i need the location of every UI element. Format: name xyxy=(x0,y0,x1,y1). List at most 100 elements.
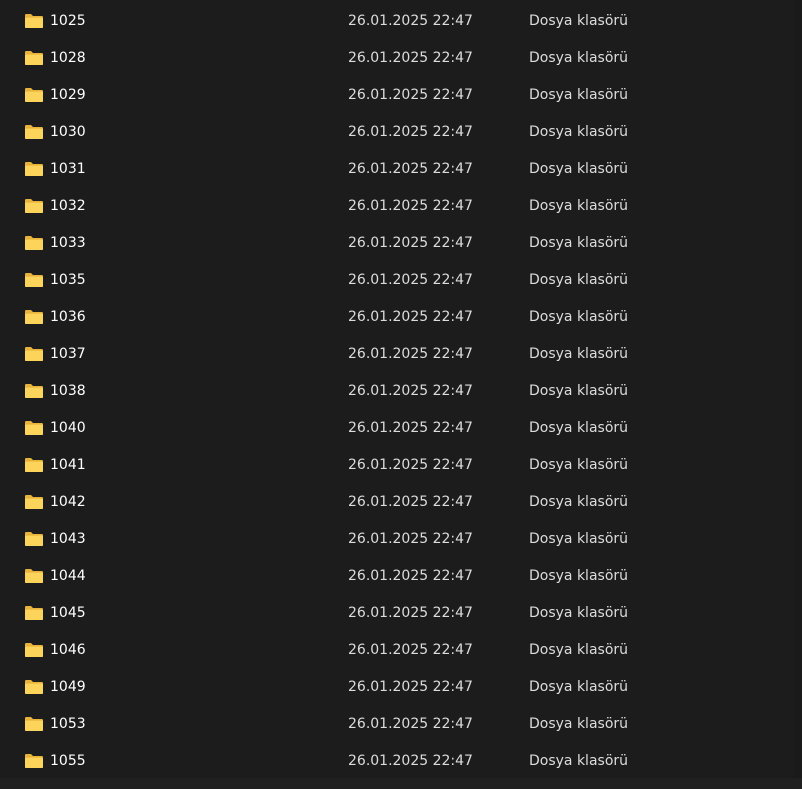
file-row[interactable]: 1055 26.01.2025 22:47 Dosya klasörü xyxy=(0,742,794,779)
file-type: Dosya klasörü xyxy=(529,716,629,732)
modified-date: 26.01.2025 22:47 xyxy=(348,420,473,436)
folder-icon xyxy=(24,605,44,621)
file-row[interactable]: 1025 26.01.2025 22:47 Dosya klasörü xyxy=(0,2,794,39)
file-name: 1031 xyxy=(50,161,86,177)
file-type: Dosya klasörü xyxy=(529,568,629,584)
modified-date: 26.01.2025 22:47 xyxy=(348,346,473,362)
file-name: 1053 xyxy=(50,716,86,732)
folder-icon xyxy=(24,346,44,362)
file-name: 1043 xyxy=(50,531,86,547)
file-name: 1040 xyxy=(50,420,86,436)
modified-date: 26.01.2025 22:47 xyxy=(348,161,473,177)
file-name: 1044 xyxy=(50,568,86,584)
file-row[interactable]: 1028 26.01.2025 22:47 Dosya klasörü xyxy=(0,39,794,76)
file-name: 1045 xyxy=(50,605,86,621)
file-name: 1042 xyxy=(50,494,86,510)
file-row[interactable]: 1029 26.01.2025 22:47 Dosya klasörü xyxy=(0,76,794,113)
file-name: 1033 xyxy=(50,235,86,251)
modified-date: 26.01.2025 22:47 xyxy=(348,531,473,547)
file-row[interactable]: 1041 26.01.2025 22:47 Dosya klasörü xyxy=(0,446,794,483)
file-list: 1025 26.01.2025 22:47 Dosya klasörü 1028… xyxy=(0,0,794,778)
file-type: Dosya klasörü xyxy=(529,124,629,140)
file-name: 1055 xyxy=(50,753,86,769)
modified-date: 26.01.2025 22:47 xyxy=(348,753,473,769)
file-name: 1038 xyxy=(50,383,86,399)
modified-date: 26.01.2025 22:47 xyxy=(348,13,473,29)
modified-date: 26.01.2025 22:47 xyxy=(348,309,473,325)
modified-date: 26.01.2025 22:47 xyxy=(348,272,473,288)
file-type: Dosya klasörü xyxy=(529,531,629,547)
file-type: Dosya klasörü xyxy=(529,753,629,769)
folder-icon xyxy=(24,161,44,177)
folder-icon xyxy=(24,50,44,66)
file-type: Dosya klasörü xyxy=(529,87,629,103)
file-name: 1028 xyxy=(50,50,86,66)
file-name: 1041 xyxy=(50,457,86,473)
modified-date: 26.01.2025 22:47 xyxy=(348,124,473,140)
file-type: Dosya klasörü xyxy=(529,13,629,29)
file-type: Dosya klasörü xyxy=(529,309,629,325)
file-row[interactable]: 1030 26.01.2025 22:47 Dosya klasörü xyxy=(0,113,794,150)
file-row[interactable]: 1031 26.01.2025 22:47 Dosya klasörü xyxy=(0,150,794,187)
file-type: Dosya klasörü xyxy=(529,50,629,66)
file-row[interactable]: 1032 26.01.2025 22:47 Dosya klasörü xyxy=(0,187,794,224)
file-type: Dosya klasörü xyxy=(529,383,629,399)
file-row[interactable]: 1036 26.01.2025 22:47 Dosya klasörü xyxy=(0,298,794,335)
folder-icon xyxy=(24,87,44,103)
modified-date: 26.01.2025 22:47 xyxy=(348,494,473,510)
folder-icon xyxy=(24,531,44,547)
folder-icon xyxy=(24,383,44,399)
folder-icon xyxy=(24,642,44,658)
folder-icon xyxy=(24,235,44,251)
file-name: 1029 xyxy=(50,87,86,103)
file-name: 1035 xyxy=(50,272,86,288)
folder-icon xyxy=(24,272,44,288)
file-type: Dosya klasörü xyxy=(529,161,629,177)
file-name: 1037 xyxy=(50,346,86,362)
file-row[interactable]: 1040 26.01.2025 22:47 Dosya klasörü xyxy=(0,409,794,446)
modified-date: 26.01.2025 22:47 xyxy=(348,87,473,103)
folder-icon xyxy=(24,13,44,29)
file-row[interactable]: 1049 26.01.2025 22:47 Dosya klasörü xyxy=(0,668,794,705)
file-name: 1025 xyxy=(50,13,86,29)
file-row[interactable]: 1043 26.01.2025 22:47 Dosya klasörü xyxy=(0,520,794,557)
file-row[interactable]: 1037 26.01.2025 22:47 Dosya klasörü xyxy=(0,335,794,372)
file-row[interactable]: 1045 26.01.2025 22:47 Dosya klasörü xyxy=(0,594,794,631)
file-row[interactable]: 1035 26.01.2025 22:47 Dosya klasörü xyxy=(0,261,794,298)
file-name: 1030 xyxy=(50,124,86,140)
file-row[interactable]: 1038 26.01.2025 22:47 Dosya klasörü xyxy=(0,372,794,409)
modified-date: 26.01.2025 22:47 xyxy=(348,457,473,473)
file-type: Dosya klasörü xyxy=(529,272,629,288)
file-name: 1049 xyxy=(50,679,86,695)
file-type: Dosya klasörü xyxy=(529,605,629,621)
file-type: Dosya klasörü xyxy=(529,494,629,510)
scrollbar-track[interactable] xyxy=(794,0,802,778)
file-type: Dosya klasörü xyxy=(529,235,629,251)
file-type: Dosya klasörü xyxy=(529,642,629,658)
folder-icon xyxy=(24,124,44,140)
file-row[interactable]: 1053 26.01.2025 22:47 Dosya klasörü xyxy=(0,705,794,742)
file-row[interactable]: 1042 26.01.2025 22:47 Dosya klasörü xyxy=(0,483,794,520)
file-type: Dosya klasörü xyxy=(529,198,629,214)
file-name: 1032 xyxy=(50,198,86,214)
folder-icon xyxy=(24,753,44,769)
folder-icon xyxy=(24,716,44,732)
modified-date: 26.01.2025 22:47 xyxy=(348,235,473,251)
modified-date: 26.01.2025 22:47 xyxy=(348,568,473,584)
folder-icon xyxy=(24,568,44,584)
modified-date: 26.01.2025 22:47 xyxy=(348,679,473,695)
file-row[interactable]: 1046 26.01.2025 22:47 Dosya klasörü xyxy=(0,631,794,668)
modified-date: 26.01.2025 22:47 xyxy=(348,198,473,214)
file-type: Dosya klasörü xyxy=(529,420,629,436)
modified-date: 26.01.2025 22:47 xyxy=(348,716,473,732)
file-type: Dosya klasörü xyxy=(529,457,629,473)
file-row[interactable]: 1033 26.01.2025 22:47 Dosya klasörü xyxy=(0,224,794,261)
modified-date: 26.01.2025 22:47 xyxy=(348,642,473,658)
folder-icon xyxy=(24,494,44,510)
file-row[interactable]: 1044 26.01.2025 22:47 Dosya klasörü xyxy=(0,557,794,594)
status-bar xyxy=(0,778,802,789)
folder-icon xyxy=(24,457,44,473)
file-name: 1046 xyxy=(50,642,86,658)
file-type: Dosya klasörü xyxy=(529,679,629,695)
file-name: 1036 xyxy=(50,309,86,325)
